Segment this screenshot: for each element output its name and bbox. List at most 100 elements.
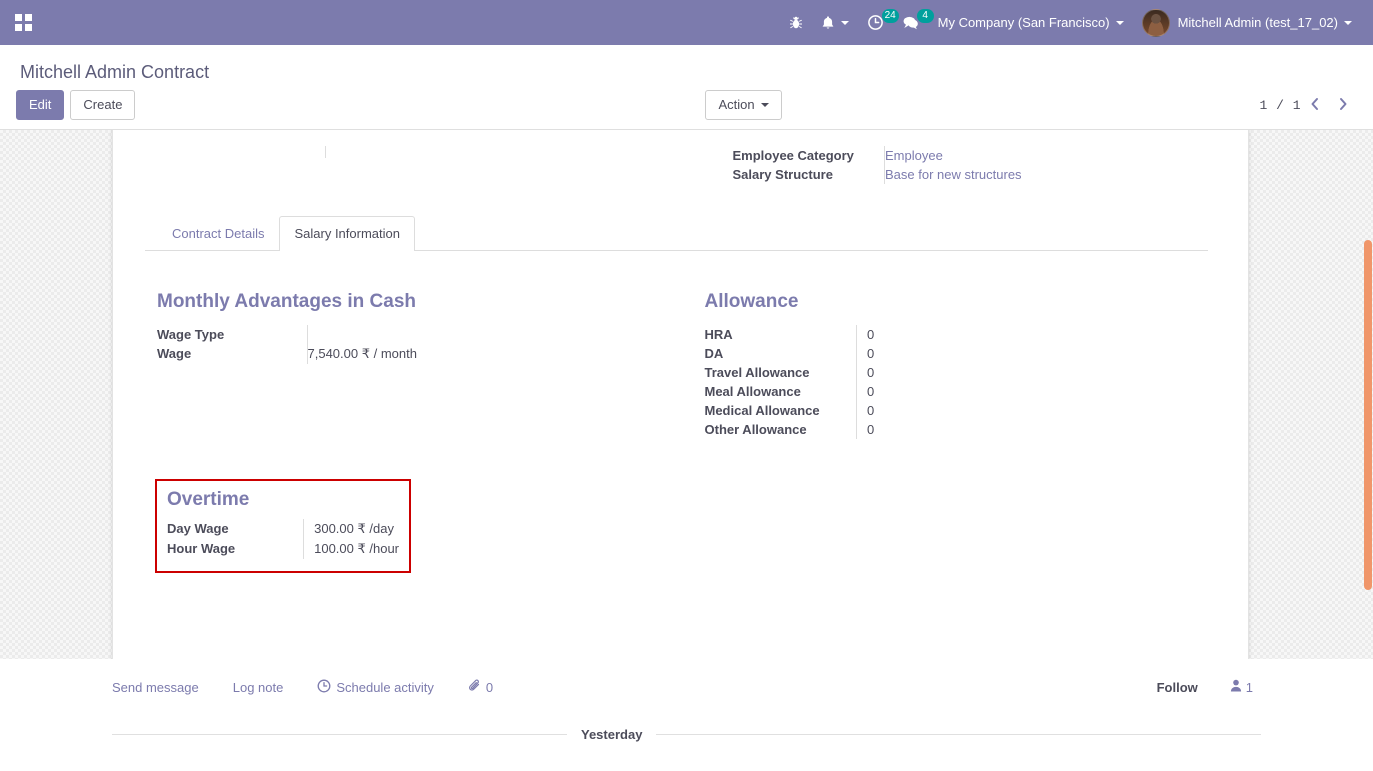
- message-day-separator: Yesterday: [0, 727, 1373, 742]
- apps-menu-button[interactable]: [6, 6, 40, 40]
- form-sheet: Employee Category Employee Salary Struct…: [112, 130, 1249, 659]
- field-value-other-allowance[interactable]: 0: [856, 420, 1208, 439]
- group-title-allowance: Allowance: [704, 291, 799, 312]
- field-label-other-allowance: Other Allowance: [704, 422, 807, 437]
- chevron-left-icon: [1309, 97, 1321, 114]
- field-label-hour-wage: Hour Wage: [167, 541, 236, 556]
- field-label-meal-allowance: Meal Allowance: [704, 384, 801, 399]
- pager-previous-button[interactable]: [1301, 91, 1329, 119]
- user-menu[interactable]: Mitchell Admin (test_17_02): [1133, 0, 1361, 45]
- overtime-table: Day Wage 300.00 ₹ /day Hour Wage 100.00 …: [167, 519, 399, 559]
- user-icon: [1230, 679, 1246, 695]
- log-note-button[interactable]: Log note: [233, 680, 284, 695]
- attachments-button[interactable]: 0: [468, 679, 493, 696]
- field-label-travel-allowance: Travel Allowance: [704, 365, 810, 380]
- vertical-scrollbar[interactable]: [1363, 130, 1373, 659]
- scrollbar-thumb[interactable]: [1364, 240, 1372, 590]
- field-separator: [325, 146, 326, 158]
- group-monthly-advantages: Monthly Advantages in Cash Wage Type Wag…: [145, 291, 677, 439]
- chatter: Send message Log note Schedule activity …: [0, 659, 1373, 771]
- field-value-hour-wage[interactable]: 100.00 ₹ /hour: [303, 539, 399, 559]
- group-overtime-highlighted: Overtime Day Wage 300.00 ₹ /day Hour Wag…: [155, 479, 411, 573]
- monthly-advantages-table: Wage Type Wage 7,540.00 ₹ / month: [157, 325, 677, 364]
- field-label-wage: Wage: [157, 346, 192, 361]
- schedule-activity-button[interactable]: Schedule activity: [317, 679, 434, 696]
- field-row-hour-wage: Hour Wage 100.00 ₹ /hour: [167, 539, 399, 559]
- chevron-down-icon: [760, 103, 769, 107]
- chevron-down-icon: [1115, 20, 1124, 25]
- activity-bell-button[interactable]: [812, 0, 858, 45]
- send-message-button[interactable]: Send message: [112, 680, 199, 695]
- pager-count: 1 / 1: [1259, 97, 1301, 113]
- notebook-tab-list: Contract Details Salary Information: [145, 216, 1208, 251]
- tab-contract-details[interactable]: Contract Details: [157, 216, 279, 251]
- action-menu-label: Action: [718, 97, 755, 112]
- field-row-day-wage: Day Wage 300.00 ₹ /day: [167, 519, 399, 539]
- clock-icon: [317, 679, 336, 696]
- field-value-da[interactable]: 0: [856, 344, 1208, 363]
- field-row-hra: HRA 0: [704, 325, 1208, 344]
- field-value-medical-allowance[interactable]: 0: [856, 401, 1208, 420]
- salary-information-groups: Monthly Advantages in Cash Wage Type Wag…: [145, 291, 1208, 439]
- separator-line-left: [112, 734, 567, 735]
- field-value-salary-structure[interactable]: Base for new structures: [884, 165, 1208, 184]
- apps-grid-icon: [14, 14, 32, 31]
- edit-button[interactable]: Edit: [16, 90, 65, 120]
- field-label-da: DA: [704, 346, 724, 361]
- follow-button[interactable]: Follow: [1157, 680, 1198, 695]
- control-panel-buttons: Edit Create Action 1 / 1: [16, 89, 1357, 121]
- allowance-table: HRA 0 DA 0 Travel Allowance 0 Meal Allow…: [704, 325, 1208, 439]
- chatter-topbar: Send message Log note Schedule activity …: [0, 659, 1373, 715]
- field-row-salary-structure: Salary Structure Base for new structures: [732, 165, 1208, 184]
- attachment-count: 0: [485, 679, 494, 695]
- control-panel: Mitchell Admin Contract Edit Create Acti…: [0, 45, 1373, 130]
- header-field-group: Employee Category Employee Salary Struct…: [145, 130, 1208, 184]
- separator-line-right: [656, 734, 1261, 735]
- activity-menu-button[interactable]: 24: [858, 0, 899, 45]
- field-row-travel-allowance: Travel Allowance 0: [704, 363, 1208, 382]
- field-label-salary-structure: Salary Structure: [732, 167, 833, 182]
- chatter-follow-area: Follow 1: [1157, 679, 1253, 695]
- group-title-monthly-advantages: Monthly Advantages in Cash: [157, 291, 416, 312]
- action-menu-button[interactable]: Action: [705, 90, 782, 120]
- field-row-other-allowance: Other Allowance 0: [704, 420, 1208, 439]
- header-right-column: Employee Category Employee Salary Struct…: [677, 146, 1208, 184]
- field-label-medical-allowance: Medical Allowance: [704, 403, 820, 418]
- field-value-meal-allowance[interactable]: 0: [856, 382, 1208, 401]
- field-value-wage-type[interactable]: [306, 325, 677, 344]
- pager: 1 / 1: [1259, 91, 1357, 119]
- form-view-scroll-area: Employee Category Employee Salary Struct…: [0, 130, 1373, 659]
- field-label-wage-type: Wage Type: [157, 327, 225, 342]
- field-row-medical-allowance: Medical Allowance 0: [704, 401, 1208, 420]
- chevron-down-icon: [1344, 20, 1352, 25]
- group-title-overtime: Overtime: [167, 489, 250, 510]
- create-button[interactable]: Create: [70, 90, 136, 120]
- field-label-day-wage: Day Wage: [167, 521, 229, 536]
- notebook-page-salary-information: Monthly Advantages in Cash Wage Type Wag…: [145, 251, 1208, 573]
- field-value-travel-allowance[interactable]: 0: [856, 363, 1208, 382]
- header-fields-table: Employee Category Employee Salary Struct…: [732, 146, 1208, 184]
- field-label-hra: HRA: [704, 327, 733, 342]
- followers-button[interactable]: 1: [1230, 679, 1253, 695]
- paperclip-icon: [468, 679, 486, 696]
- company-switcher[interactable]: My Company (San Francisco): [929, 0, 1133, 45]
- user-name: Mitchell Admin (test_17_02): [1177, 15, 1338, 30]
- chevron-right-icon: [1337, 97, 1349, 114]
- tab-salary-information[interactable]: Salary Information: [279, 216, 415, 251]
- field-value-day-wage[interactable]: 300.00 ₹ /day: [303, 519, 399, 539]
- field-value-hra[interactable]: 0: [856, 325, 1208, 344]
- followers-count: 1: [1245, 679, 1253, 695]
- avatar: [1141, 8, 1170, 37]
- bug-icon: [789, 15, 803, 31]
- field-row-wage: Wage 7,540.00 ₹ / month: [157, 344, 677, 364]
- messaging-menu-button[interactable]: 4: [893, 0, 934, 45]
- field-row-da: DA 0: [704, 344, 1208, 363]
- salary-structure-link[interactable]: Base for new structures: [885, 167, 1022, 182]
- field-value-wage[interactable]: 7,540.00 ₹ / month: [306, 344, 677, 364]
- field-value-employee-category[interactable]: Employee: [884, 146, 1208, 165]
- schedule-activity-label: Schedule activity: [336, 679, 434, 695]
- bug-menu-button[interactable]: [780, 0, 812, 45]
- breadcrumb[interactable]: Mitchell Admin Contract: [16, 53, 1357, 89]
- pager-next-button[interactable]: [1329, 91, 1357, 119]
- employee-category-link[interactable]: Employee: [885, 148, 943, 163]
